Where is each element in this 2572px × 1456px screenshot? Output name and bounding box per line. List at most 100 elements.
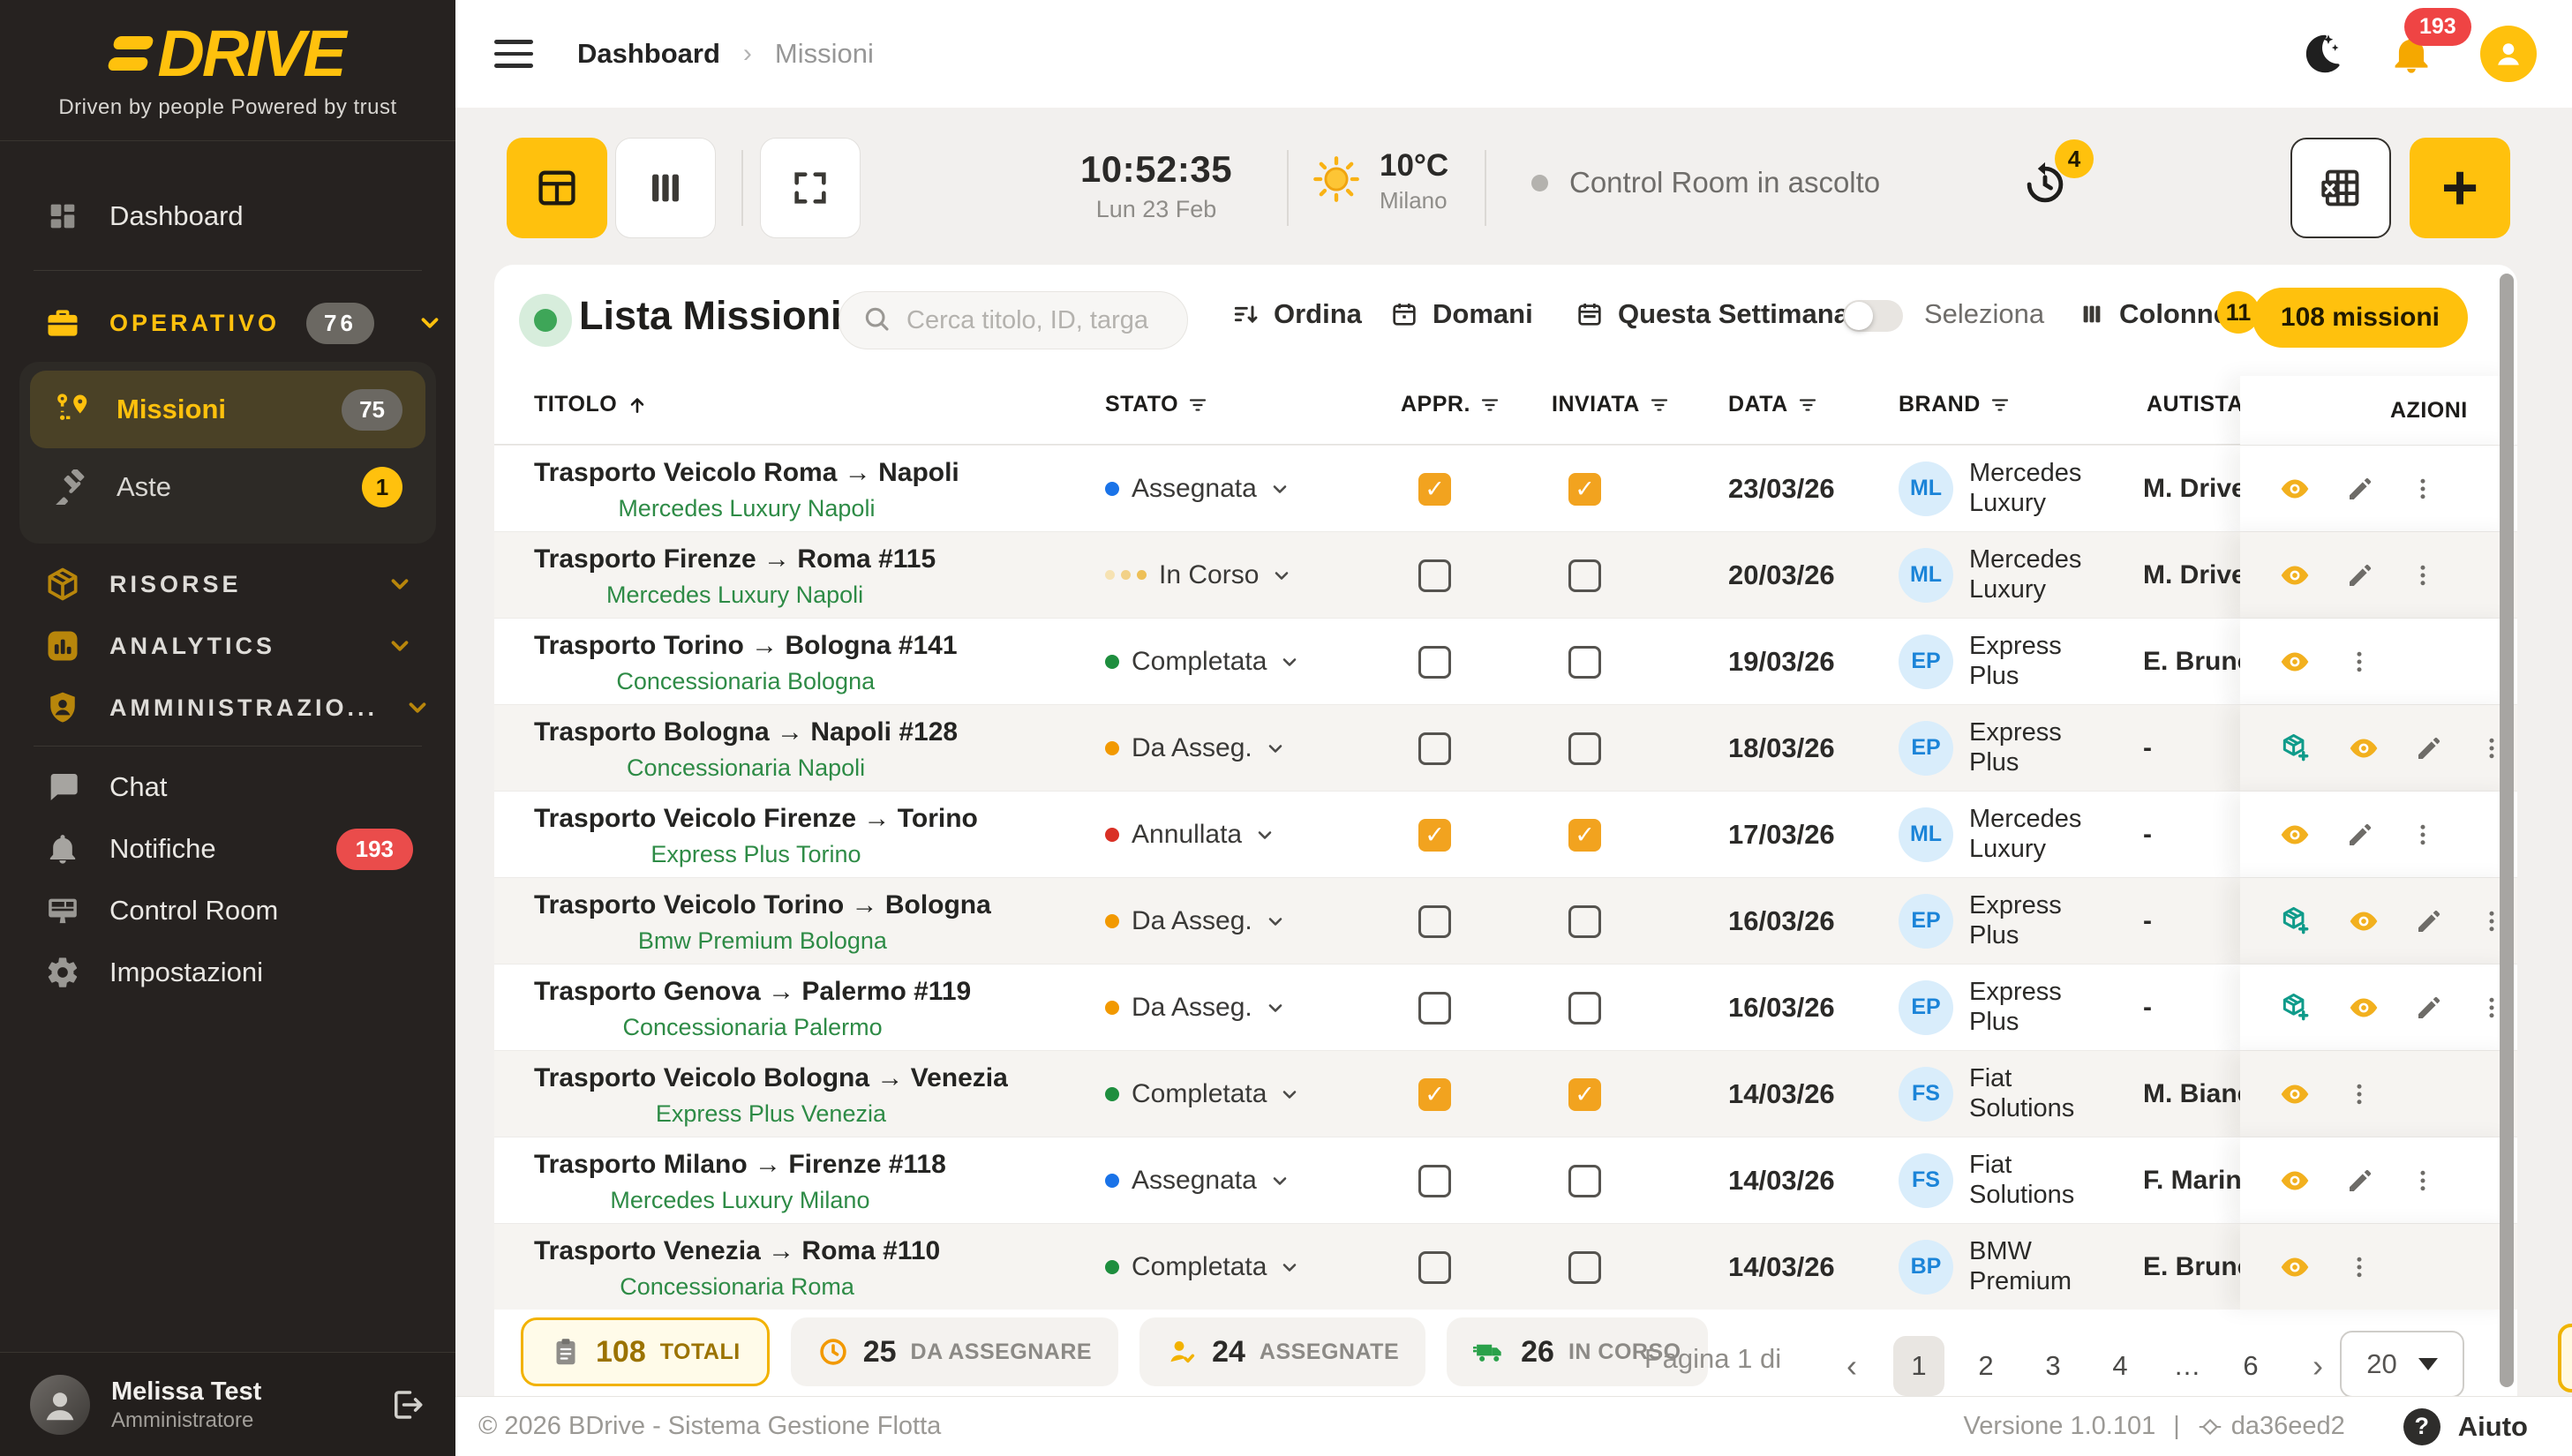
next-page-button[interactable]: ›	[2292, 1336, 2343, 1396]
more-options-icon[interactable]	[2346, 1081, 2373, 1107]
edit-pencil-icon[interactable]	[2346, 1167, 2374, 1195]
approved-checkbox[interactable]	[1418, 646, 1451, 679]
more-options-icon[interactable]	[2346, 649, 2373, 675]
sidebar-item-amministrazione[interactable]: AMMINISTRAZIO...	[19, 672, 436, 743]
sidebar-item-control-room[interactable]: Control Room	[19, 875, 436, 946]
sidebar-item-missioni[interactable]: Missioni 75	[30, 371, 425, 448]
table-row[interactable]: Trasporto Veicolo Torino → BolognaBmw Pr…	[494, 877, 2517, 964]
approved-checkbox[interactable]	[1418, 905, 1451, 938]
export-excel-button[interactable]	[2290, 138, 2391, 238]
hamburger-menu-icon[interactable]	[494, 40, 533, 68]
status-select[interactable]: Completata	[1105, 619, 1300, 704]
help-icon[interactable]: ?	[2403, 1408, 2440, 1445]
profile-avatar[interactable]	[2480, 26, 2537, 82]
page-button-4[interactable]: 4	[2094, 1336, 2146, 1396]
sort-button[interactable]: Ordina	[1231, 298, 1362, 330]
breadcrumb-dashboard[interactable]: Dashboard	[577, 38, 720, 70]
page-size-select[interactable]: 20	[2340, 1331, 2464, 1396]
view-eye-icon[interactable]	[2279, 559, 2311, 591]
approved-checkbox[interactable]	[1418, 1165, 1451, 1197]
column-header-inviata[interactable]: INVIATA	[1552, 392, 1670, 417]
view-eye-icon[interactable]	[2279, 1251, 2311, 1283]
view-eye-icon[interactable]	[2279, 646, 2311, 678]
table-row[interactable]: Trasporto Veicolo Firenze → TorinoExpres…	[494, 791, 2517, 877]
view-eye-icon[interactable]	[2348, 992, 2380, 1024]
table-row[interactable]: Trasporto Bologna → Napoli #128Concessio…	[494, 704, 2517, 791]
sent-checkbox[interactable]	[1568, 1251, 1601, 1284]
sidebar-item-dashboard[interactable]: Dashboard	[19, 181, 436, 251]
history-clock-icon[interactable]: 4	[2019, 159, 2071, 210]
edit-pencil-icon[interactable]	[2346, 475, 2374, 503]
sent-checkbox[interactable]	[1568, 992, 1601, 1024]
sidebar-item-operativo[interactable]: OPERATIVO 76	[19, 288, 436, 358]
approved-checkbox[interactable]: ✓	[1418, 819, 1451, 852]
column-header-brand[interactable]: BRAND	[1899, 392, 2011, 417]
sent-checkbox[interactable]	[1568, 559, 1601, 592]
page-button-6[interactable]: 6	[2225, 1336, 2276, 1396]
sent-checkbox[interactable]	[1568, 1165, 1601, 1197]
table-row[interactable]: Trasporto Veicolo Bologna → VeneziaExpre…	[494, 1050, 2517, 1137]
stat-totali[interactable]: 108TOTALI	[521, 1317, 770, 1386]
week-filter-button[interactable]: Questa Settimana	[1576, 298, 1849, 330]
view-eye-icon[interactable]	[2279, 1165, 2311, 1197]
status-select[interactable]: Da Asseg.	[1105, 964, 1286, 1050]
add-to-auction-icon[interactable]	[2279, 991, 2313, 1024]
select-toggle[interactable]	[1843, 300, 1903, 332]
table-scrollbar[interactable]	[2500, 274, 2514, 1387]
sidebar-item-aste[interactable]: Aste 1	[30, 448, 425, 526]
column-header-data[interactable]: DATA	[1728, 392, 1818, 417]
sidebar-item-chat[interactable]: Chat	[19, 752, 436, 822]
dark-mode-moon-icon[interactable]	[2298, 32, 2343, 76]
add-to-auction-icon[interactable]	[2279, 904, 2313, 938]
more-options-icon[interactable]	[2346, 1254, 2373, 1280]
status-select[interactable]: Da Asseg.	[1105, 705, 1286, 791]
column-header-autista[interactable]: AUTISTA	[2147, 392, 2244, 417]
edit-pencil-icon[interactable]	[2346, 561, 2374, 589]
add-to-auction-icon[interactable]	[2279, 732, 2313, 765]
prev-page-button[interactable]: ‹	[1826, 1336, 1877, 1396]
edit-pencil-icon[interactable]	[2415, 734, 2443, 762]
page-button-3[interactable]: 3	[2027, 1336, 2079, 1396]
approved-checkbox[interactable]: ✓	[1418, 1078, 1451, 1111]
stat-da-assegnare[interactable]: 25DA ASSEGNARE	[791, 1317, 1118, 1386]
view-eye-icon[interactable]	[2348, 732, 2380, 764]
sent-checkbox[interactable]: ✓	[1568, 1078, 1601, 1111]
columns-button[interactable]: Colonne	[2079, 298, 2229, 330]
more-options-icon[interactable]	[2410, 476, 2436, 502]
status-select[interactable]: Da Asseg.	[1105, 878, 1286, 964]
view-eye-icon[interactable]	[2348, 905, 2380, 937]
sidebar-item-analytics[interactable]: ANALYTICS	[19, 611, 436, 681]
more-options-icon[interactable]	[2410, 1167, 2436, 1194]
column-header-appr[interactable]: APPR.	[1401, 392, 1500, 417]
tomorrow-filter-button[interactable]: Domani	[1390, 298, 1533, 330]
status-select[interactable]: Assegnata	[1105, 446, 1290, 531]
status-select[interactable]: Completata	[1105, 1224, 1300, 1310]
approved-checkbox[interactable]: ✓	[1418, 473, 1451, 506]
more-options-icon[interactable]	[2410, 562, 2436, 589]
stat-assegnate[interactable]: 24ASSEGNATE	[1139, 1317, 1425, 1386]
help-label[interactable]: Aiuto	[2458, 1411, 2528, 1443]
approved-checkbox[interactable]	[1418, 1251, 1451, 1284]
table-row[interactable]: Trasporto Firenze → Roma #115Mercedes Lu…	[494, 531, 2517, 618]
edit-pencil-icon[interactable]	[2415, 994, 2443, 1022]
sent-checkbox[interactable]: ✓	[1568, 819, 1601, 852]
column-header-stato[interactable]: STATO	[1105, 392, 1208, 417]
page-button-1[interactable]: 1	[1893, 1336, 1944, 1396]
more-options-icon[interactable]	[2410, 822, 2436, 848]
edit-pencil-icon[interactable]	[2415, 907, 2443, 935]
table-view-button[interactable]	[507, 138, 607, 238]
approved-checkbox[interactable]	[1418, 992, 1451, 1024]
sidebar-item-impostazioni[interactable]: Impostazioni	[19, 937, 436, 1008]
sent-checkbox[interactable]	[1568, 732, 1601, 765]
table-row[interactable]: Trasporto Torino → Bologna #141Concessio…	[494, 618, 2517, 704]
sent-checkbox[interactable]	[1568, 646, 1601, 679]
floating-action-sliver[interactable]	[2558, 1324, 2572, 1392]
fullscreen-button[interactable]	[760, 138, 861, 238]
page-button-2[interactable]: 2	[1960, 1336, 2012, 1396]
approved-checkbox[interactable]	[1418, 559, 1451, 592]
view-eye-icon[interactable]	[2279, 819, 2311, 851]
sidebar-item-risorse[interactable]: RISORSE	[19, 549, 436, 619]
table-row[interactable]: Trasporto Veicolo Roma → NapoliMercedes …	[494, 445, 2517, 531]
search-input[interactable]	[905, 305, 1164, 336]
status-select[interactable]: Assegnata	[1105, 1137, 1290, 1223]
